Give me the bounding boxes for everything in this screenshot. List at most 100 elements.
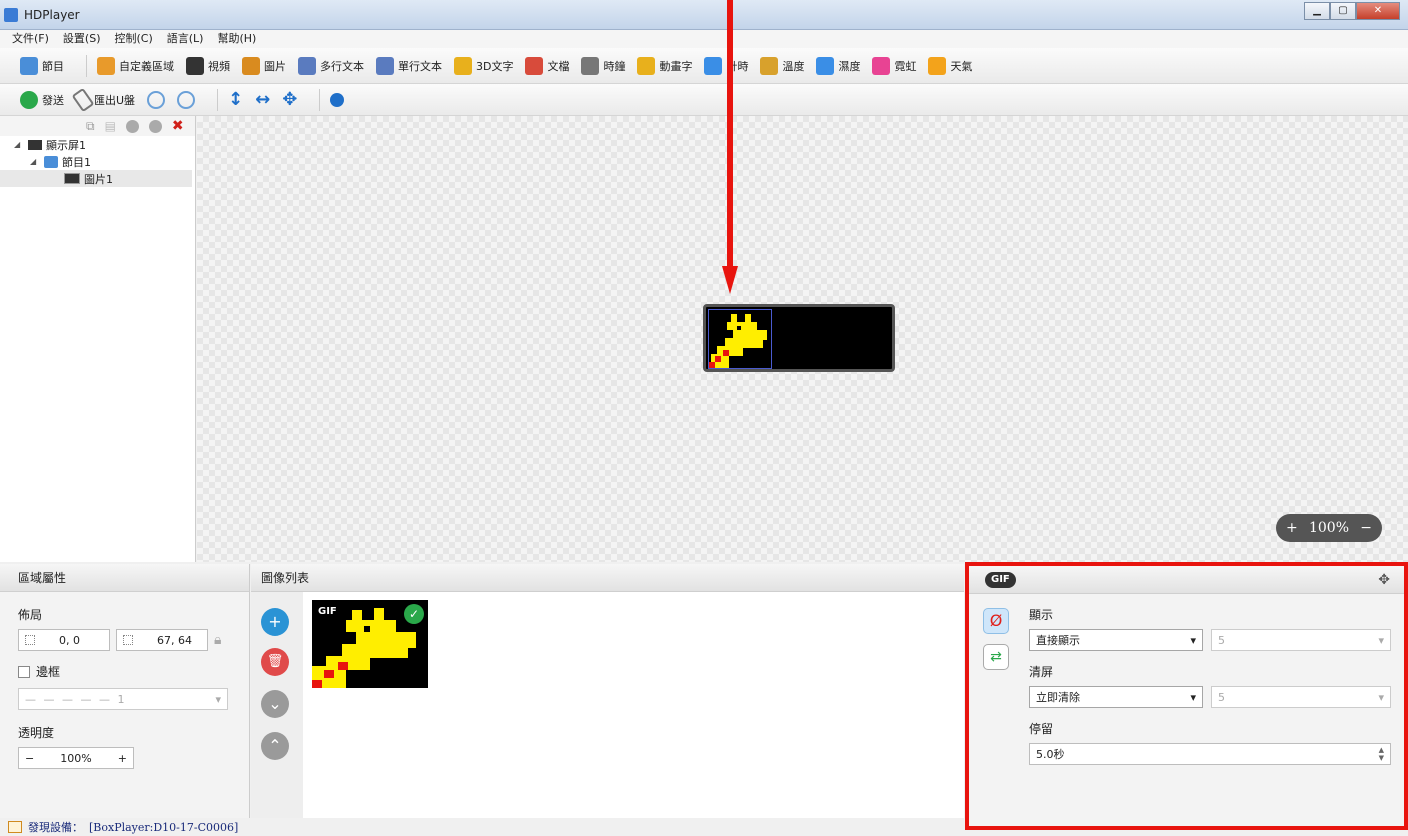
lock-icon[interactable]: 🔒︎ [214,632,221,648]
expand-caret-icon[interactable]: ◢ [14,140,24,149]
toolbar-label: 溫度 [782,59,805,73]
menu-control[interactable]: 控制(C) [115,30,153,48]
zoom-out-button[interactable] [177,90,196,109]
toolbar-label: 天氣 [950,59,973,73]
menu-language[interactable]: 語言(L) [167,30,204,48]
giraffe-thumbnail-image [312,608,416,688]
clear-effect-value: 立即清除 [1036,691,1080,704]
move-up-image-button[interactable]: ⌃ [261,732,289,760]
position-value: 0, 0 [59,633,80,647]
toolbar-separator [86,54,87,77]
clear-effect-select[interactable]: 立即清除 ▾ [1029,686,1203,708]
toolbar-video-button[interactable]: 視頻 [186,56,230,75]
maximize-button[interactable]: ▢ [1330,2,1356,20]
toolbar-label: 時鐘 [603,59,626,73]
toolbar-picture-button[interactable]: 圖片 [242,56,286,75]
size-field[interactable]: 67, 64 [116,629,208,651]
toolbar-multiline-text-button[interactable]: 多行文本 [298,56,364,75]
editing-canvas[interactable]: + 100% − [197,116,1408,562]
window-title: HDPlayer [24,8,80,22]
red-arrow-annotation [722,0,738,294]
led-screen-preview[interactable] [703,304,895,372]
expand-caret-icon[interactable]: ◢ [30,157,40,166]
opacity-label: 透明度 [18,726,55,740]
toolbar-3d-text-button[interactable]: 3D文字 [454,56,513,75]
toolbar-temperature-button[interactable]: 溫度 [760,56,805,75]
toolbar-clock-button[interactable]: 時鐘 [581,56,626,75]
display-effect-select[interactable]: 直接顯示 ▾ [1029,629,1203,651]
shuffle-effect-button[interactable]: ⇄ [983,644,1009,670]
display-speed-value: 5 [1218,633,1225,647]
menu-file[interactable]: 文件(F) [12,30,49,48]
toolbar-document-button[interactable]: 文檔 [525,56,569,75]
border-label: 邊框 [36,665,61,679]
chevron-down-icon: ▾ [1378,633,1384,647]
move-down-icon[interactable] [148,119,162,133]
add-image-button[interactable]: + [261,608,289,636]
toolbar-label: 自定義區域 [119,59,174,73]
copy-icon[interactable]: ⧉ [86,119,95,134]
vertical-stretch-button[interactable]: ↕ [228,89,243,110]
tree-item-screen[interactable]: ◢ 顯示屏1 [0,136,195,153]
move-down-image-button[interactable]: ⌄ [261,690,289,718]
stay-duration-input[interactable]: 5.0秒 ▲ ▼ [1029,743,1391,765]
toolbar-program-button[interactable]: 節目 [20,56,64,75]
toolbar-label: 動畫字 [659,59,693,73]
close-button[interactable]: ✕ [1356,2,1400,20]
image-thumbnail[interactable]: GIF ✓ [312,600,428,688]
spinner-icon[interactable]: ▲ ▼ [1379,746,1384,762]
toolbar-custom-area-button[interactable]: 自定義區域 [97,56,174,75]
tree-item-picture[interactable]: 圖片1 [0,170,192,187]
image-list-actions: + 🗑︎ ⌄ ⌃ [251,592,303,818]
play-preview-button[interactable] [330,92,345,107]
chevron-down-icon: ▾ [215,692,221,706]
delete-image-button[interactable]: 🗑︎ [261,648,289,676]
toolbar-neon-button[interactable]: 霓虹 [872,56,916,75]
stay-duration-value: 5.0秒 [1036,748,1065,761]
toolbar-animated-text-button[interactable]: 動畫字 [637,56,693,75]
zoom-in-button[interactable] [147,90,166,109]
zoom-in-button[interactable]: + [1286,520,1298,536]
delete-icon[interactable]: ✖ [172,118,184,134]
tree-item-program[interactable]: ◢ 節目1 [0,153,195,170]
toolbar-humidity-button[interactable]: 濕度 [816,56,860,75]
send-button[interactable]: 發送 [20,90,64,109]
clear-speed-select[interactable]: 5 ▾ [1211,686,1391,708]
layout-label: 佈局 [18,608,43,622]
position-field[interactable]: 0, 0 [18,629,110,651]
toolbar-single-line-text-button[interactable]: 單行文本 [376,56,442,75]
device-list-icon [8,821,22,833]
move-panel-icon[interactable]: ✥ [1378,566,1390,594]
opacity-stepper[interactable]: − 100% + [18,747,134,769]
move-button[interactable]: ✥ [282,89,297,110]
border-checkbox[interactable] [18,665,30,678]
opacity-value: 100% [60,751,92,765]
size-value: 67, 64 [157,633,192,647]
border-style-select[interactable]: — — — — — 1 ▾ [18,688,228,710]
display-speed-select[interactable]: 5 ▾ [1211,629,1391,651]
export-usb-button[interactable]: 匯出U盤 [71,87,136,112]
gif-picture-area[interactable] [708,309,772,369]
border-dash-preview: — — — — — 1 [25,692,127,706]
decrease-icon[interactable]: − [25,752,34,765]
tree-toolbar: ⧉ ▤ ✖ [0,116,195,136]
paste-icon[interactable]: ▤ [105,119,116,133]
horizontal-stretch-button[interactable]: ↔ [255,89,270,110]
menu-settings[interactable]: 設置(S) [63,30,101,48]
toolbar-weather-button[interactable]: 天氣 [928,56,973,75]
toolbar-label: 多行文本 [320,59,364,73]
document-icon [525,56,544,75]
export-usb-label: 匯出U盤 [94,93,136,107]
window-controls: ▁ ▢ ✕ [1304,2,1400,20]
giraffe-gif-image [709,314,767,368]
menu-help[interactable]: 幫助(H) [217,30,256,48]
zoom-out-button[interactable]: − [1360,520,1372,536]
picture-icon [242,56,260,75]
zoom-value: 100% [1308,520,1350,536]
no-effect-button[interactable]: Ø [983,608,1009,634]
minimize-button[interactable]: ▁ [1304,2,1330,20]
increase-icon[interactable]: + [118,752,127,765]
play-icon [330,92,345,107]
temperature-icon [760,56,779,75]
move-up-icon[interactable] [125,119,139,133]
